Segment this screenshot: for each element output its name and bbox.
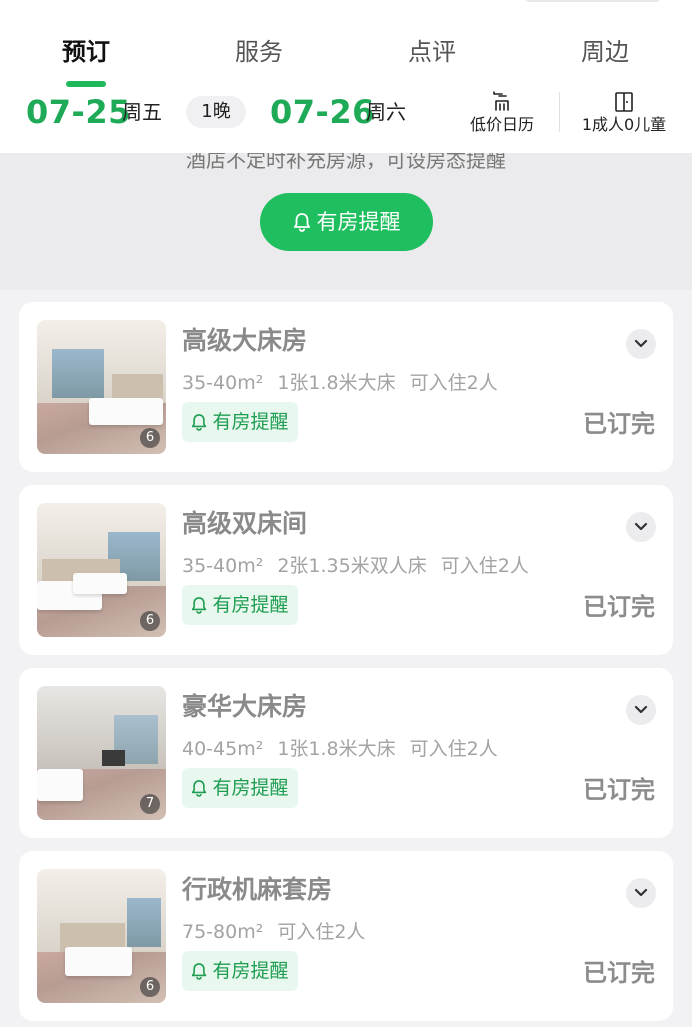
tools-divider <box>559 92 560 132</box>
bell-icon <box>293 213 310 232</box>
availability-notice: 酒店不定时补充房源，可设房态提醒 有房提醒 <box>0 153 692 290</box>
expand-room-button[interactable] <box>626 329 656 359</box>
calendar-icon <box>493 91 509 111</box>
room-photo[interactable]: 6 <box>37 869 166 1003</box>
room-name: 高级大床房 <box>182 326 308 355</box>
room-specs: 35-40m² 1张1.8米大床 可入住2人 <box>182 370 512 396</box>
room-name: 行政机麻套房 <box>182 875 333 904</box>
sold-out-status: 已订完 <box>583 410 655 438</box>
photo-count-badge: 7 <box>140 794 160 814</box>
chevron-down-icon <box>634 339 648 348</box>
date-selector: 07-25 周五 1晚 07-26 周六 低价日历 1成人0儿童 <box>0 90 692 138</box>
room-alert-label: 有房提醒 <box>212 411 289 433</box>
checkout-date[interactable]: 07-26 <box>270 90 375 134</box>
chevron-down-icon <box>634 522 648 531</box>
room-area: 40-45m² <box>182 738 264 760</box>
room-occupancy: 可入住2人 <box>277 921 366 943</box>
checkout-weekday: 周六 <box>366 100 406 124</box>
room-occupancy: 可入住2人 <box>440 555 529 577</box>
door-icon <box>615 92 633 112</box>
photo-count-badge: 6 <box>140 977 160 997</box>
room-alert-button[interactable]: 有房提醒 <box>260 193 433 251</box>
room-area: 35-40m² <box>182 555 264 577</box>
guest-count-label: 1成人0儿童 <box>581 115 667 134</box>
room-name: 豪华大床房 <box>182 692 308 721</box>
room-alert-tag[interactable]: 有房提醒 <box>182 585 298 625</box>
room-bed: 1张1.8米大床 <box>277 738 396 760</box>
room-photo[interactable]: 6 <box>37 320 166 454</box>
tab-nearby[interactable]: 周边 <box>545 30 665 74</box>
chevron-down-icon <box>634 888 648 897</box>
room-alert-label: 有房提醒 <box>316 210 401 234</box>
low-price-calendar-label: 低价日历 <box>469 115 534 134</box>
room-card[interactable]: 6 高级大床房 35-40m² 1张1.8米大床 可入住2人 有房提醒 已订完 <box>19 302 673 472</box>
bell-icon <box>192 963 207 980</box>
photo-count-badge: 6 <box>140 428 160 448</box>
room-alert-label: 有房提醒 <box>212 777 289 799</box>
expand-room-button[interactable] <box>626 512 656 542</box>
room-alert-tag[interactable]: 有房提醒 <box>182 768 298 808</box>
room-alert-tag[interactable]: 有房提醒 <box>182 951 298 991</box>
tab-reviews[interactable]: 点评 <box>372 30 492 74</box>
room-name: 高级双床间 <box>182 509 308 538</box>
room-card[interactable]: 7 豪华大床房 40-45m² 1张1.8米大床 可入住2人 有房提醒 已订完 <box>19 668 673 838</box>
checkin-date[interactable]: 07-25 <box>26 90 131 134</box>
guest-selector-button[interactable]: 1成人0儿童 <box>572 90 676 136</box>
room-card[interactable]: 6 高级双床间 35-40m² 2张1.35米双人床 可入住2人 有房提醒 已订完 <box>19 485 673 655</box>
room-alert-tag[interactable]: 有房提醒 <box>182 402 298 442</box>
sold-out-status: 已订完 <box>583 593 655 621</box>
room-occupancy: 可入住2人 <box>409 372 498 394</box>
nights-badge: 1晚 <box>186 96 246 128</box>
booking-header: 预订 服务 点评 周边 07-25 周五 1晚 07-26 周六 低价日历 1成… <box>0 0 692 153</box>
notice-text: 酒店不定时补充房源，可设房态提醒 <box>186 153 506 172</box>
chevron-down-icon <box>634 705 648 714</box>
room-bed: 1张1.8米大床 <box>277 372 396 394</box>
tab-services[interactable]: 服务 <box>199 30 319 74</box>
expand-room-button[interactable] <box>626 695 656 725</box>
bell-icon <box>192 597 207 614</box>
sold-out-status: 已订完 <box>583 776 655 804</box>
room-photo[interactable]: 7 <box>37 686 166 820</box>
active-tab-indicator <box>66 81 106 87</box>
room-alert-label: 有房提醒 <box>212 594 289 616</box>
room-specs: 40-45m² 1张1.8米大床 可入住2人 <box>182 736 512 762</box>
room-alert-label: 有房提醒 <box>212 960 289 982</box>
tab-booking[interactable]: 预订 <box>26 30 146 74</box>
room-specs: 75-80m² 可入住2人 <box>182 919 379 945</box>
room-card[interactable]: 6 行政机麻套房 75-80m² 可入住2人 有房提醒 已订完 <box>19 851 673 1021</box>
checkin-weekday: 周五 <box>122 100 162 124</box>
expand-room-button[interactable] <box>626 878 656 908</box>
room-specs: 35-40m² 2张1.35米双人床 可入住2人 <box>182 553 543 579</box>
room-area: 75-80m² <box>182 921 264 943</box>
bell-icon <box>192 414 207 431</box>
sold-out-status: 已订完 <box>583 959 655 987</box>
room-occupancy: 可入住2人 <box>409 738 498 760</box>
drag-handle <box>525 0 660 2</box>
low-price-calendar-button[interactable]: 低价日历 <box>462 90 542 136</box>
room-area: 35-40m² <box>182 372 264 394</box>
bell-icon <box>192 780 207 797</box>
room-bed: 2张1.35米双人床 <box>277 555 427 577</box>
photo-count-badge: 6 <box>140 611 160 631</box>
room-photo[interactable]: 6 <box>37 503 166 637</box>
